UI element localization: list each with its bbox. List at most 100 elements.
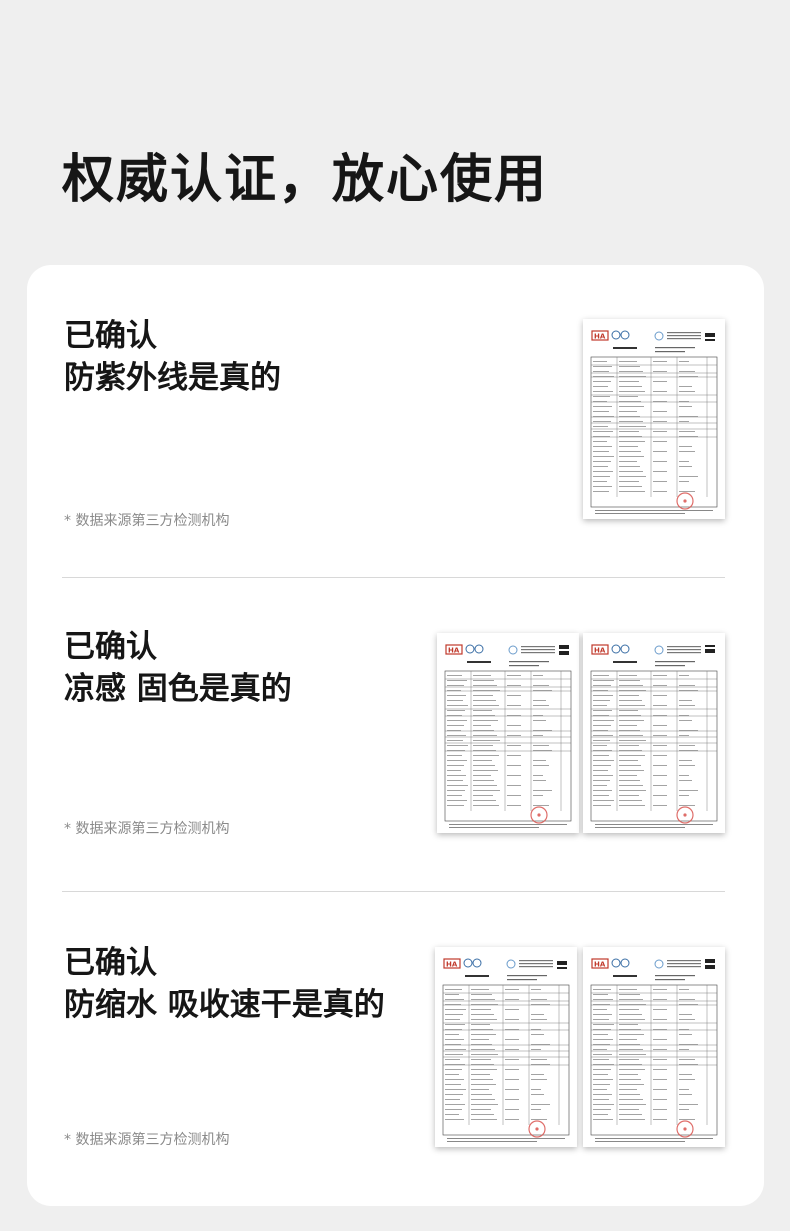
cell-text — [679, 476, 698, 477]
cell-text — [619, 700, 642, 701]
cell-text — [471, 1109, 491, 1110]
cell-text — [619, 421, 643, 422]
cell-text — [471, 999, 495, 1000]
cell-text — [679, 401, 689, 402]
cell-text — [473, 745, 493, 746]
cell-text — [471, 1044, 492, 1045]
cell-text — [593, 1119, 613, 1120]
cell-text — [593, 680, 614, 681]
footer-text-line — [449, 824, 567, 825]
cell-text — [445, 1104, 465, 1105]
cell-text — [679, 406, 692, 407]
report-logo-text: HA — [594, 333, 606, 341]
cell-text — [679, 999, 695, 1000]
cell-text — [619, 685, 643, 686]
cell-text — [447, 675, 462, 676]
cell-text — [593, 1044, 610, 1045]
cell-text — [619, 710, 638, 711]
cell-text — [507, 715, 521, 716]
cell-text — [505, 1049, 519, 1050]
cell-text — [653, 675, 667, 676]
cell-text — [473, 790, 500, 791]
header-text-line — [521, 646, 555, 648]
cell-text — [445, 1059, 460, 1060]
cell-text — [619, 1119, 645, 1120]
cell-text — [447, 795, 462, 796]
cell-text — [653, 1049, 667, 1050]
cell-text — [593, 805, 611, 806]
cell-text — [445, 1049, 466, 1050]
cell-text — [533, 735, 543, 736]
cell-text — [653, 1059, 667, 1060]
cell-text — [533, 795, 543, 796]
cell-text — [653, 999, 667, 1000]
cell-text — [507, 795, 521, 796]
report-title-line — [465, 975, 489, 977]
cell-text — [653, 1119, 667, 1120]
cell-text — [679, 690, 698, 691]
cell-text — [447, 740, 463, 741]
footer-text-line — [449, 827, 539, 828]
cell-text — [593, 795, 609, 796]
cell-text — [445, 1019, 460, 1020]
cell-text — [619, 431, 639, 432]
cell-text — [679, 989, 689, 990]
cell-text — [619, 466, 640, 467]
cell-text — [505, 1009, 519, 1010]
cell-text — [593, 750, 612, 751]
cell-text — [593, 1034, 608, 1035]
cell-text — [471, 1114, 494, 1115]
cell-text — [473, 700, 496, 701]
report-sheet: HA — [590, 958, 718, 1142]
cell-text — [533, 805, 549, 806]
report-meta-line — [655, 975, 695, 977]
cell-text — [447, 715, 462, 716]
cell-text — [473, 780, 494, 781]
cell-text — [653, 1029, 667, 1030]
report-meta-line — [509, 661, 549, 663]
cell-text — [593, 411, 609, 412]
cell-text — [473, 795, 493, 796]
cell-text — [653, 411, 667, 412]
cell-text — [507, 745, 521, 746]
cell-text — [533, 780, 546, 781]
cell-text — [473, 695, 493, 696]
report-meta-line — [655, 347, 695, 349]
cell-text — [619, 476, 646, 477]
source-note: * 数据来源第三方检测机构 — [64, 821, 230, 837]
cell-text — [679, 461, 689, 462]
cell-text — [653, 381, 667, 382]
cell-text — [447, 730, 461, 731]
cell-text — [531, 1019, 547, 1020]
cell-text — [619, 396, 638, 397]
cell-text — [505, 1069, 519, 1070]
cell-text — [471, 1004, 498, 1005]
cell-text — [445, 1039, 464, 1040]
cell-text — [471, 1009, 491, 1010]
cell-text — [679, 1079, 695, 1080]
header-text-line — [521, 652, 555, 654]
cell-text — [531, 1004, 550, 1005]
cell-text — [505, 1039, 519, 1040]
source-note: * 数据来源第三方检测机构 — [64, 1132, 230, 1148]
cell-text — [593, 705, 607, 706]
cell-text — [507, 755, 521, 756]
cell-text — [619, 376, 646, 377]
cell-text — [619, 1019, 645, 1020]
cell-text — [679, 1029, 689, 1030]
cell-text — [619, 416, 640, 417]
cell-text — [531, 1079, 547, 1080]
cell-text — [471, 1104, 498, 1105]
footer-text-line — [595, 510, 713, 511]
cell-text — [593, 1024, 614, 1025]
cell-text — [473, 765, 495, 766]
cell-text — [619, 695, 639, 696]
cell-text — [679, 466, 692, 467]
cell-text — [593, 1064, 614, 1065]
cell-text — [619, 750, 642, 751]
cell-text — [447, 780, 463, 781]
section-title: 已确认 防缩水 吸收速干是真的 — [64, 942, 385, 1026]
section-title: 已确认 防紫外线是真的 — [64, 315, 281, 399]
title-line-confirmed: 已确认 — [64, 945, 157, 981]
header-text-line — [667, 963, 701, 965]
